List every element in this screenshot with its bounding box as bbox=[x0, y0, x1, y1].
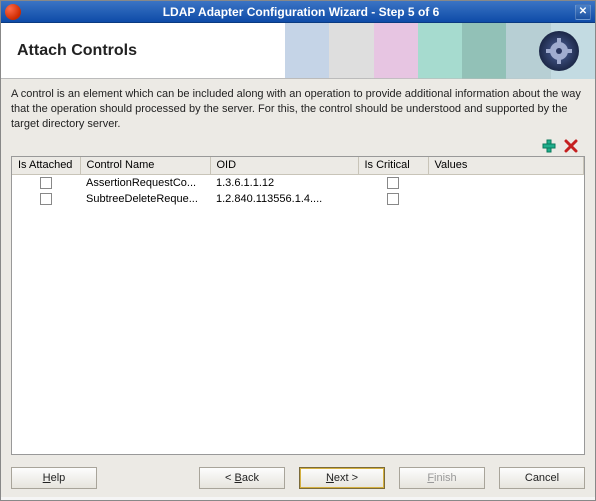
col-header-critical[interactable]: Is Critical bbox=[358, 157, 428, 175]
instructions-text: A control is an element which can be inc… bbox=[11, 87, 585, 132]
cell-values[interactable] bbox=[428, 191, 584, 207]
attached-checkbox[interactable] bbox=[40, 193, 52, 205]
col-header-name[interactable]: Control Name bbox=[80, 157, 210, 175]
window-title: LDAP Adapter Configuration Wizard - Step… bbox=[27, 5, 575, 19]
cell-name[interactable]: SubtreeDeleteReque... bbox=[80, 191, 210, 207]
finish-button: Finish bbox=[399, 467, 485, 489]
col-header-attached[interactable]: Is Attached bbox=[12, 157, 80, 175]
next-button[interactable]: Next > bbox=[299, 467, 385, 489]
table-row[interactable]: AssertionRequestCo...1.3.6.1.1.12 bbox=[12, 175, 584, 191]
table-toolbar bbox=[11, 138, 585, 154]
critical-checkbox[interactable] bbox=[387, 193, 399, 205]
cancel-button[interactable]: Cancel bbox=[499, 467, 585, 489]
banner-gear-icon bbox=[539, 31, 579, 71]
controls-table[interactable]: Is Attached Control Name OID Is Critical… bbox=[11, 156, 585, 455]
back-button[interactable]: < Back bbox=[199, 467, 285, 489]
app-icon bbox=[5, 4, 21, 20]
attached-checkbox[interactable] bbox=[40, 177, 52, 189]
banner: Attach Controls bbox=[1, 23, 595, 79]
col-header-oid[interactable]: OID bbox=[210, 157, 358, 175]
cell-name[interactable]: AssertionRequestCo... bbox=[80, 175, 210, 191]
cell-values[interactable] bbox=[428, 175, 584, 191]
cell-oid[interactable]: 1.2.840.113556.1.4.... bbox=[210, 191, 358, 207]
cell-oid[interactable]: 1.3.6.1.1.12 bbox=[210, 175, 358, 191]
help-button[interactable]: Help bbox=[11, 467, 97, 489]
close-icon[interactable]: ✕ bbox=[575, 4, 591, 20]
remove-icon[interactable] bbox=[563, 138, 579, 154]
titlebar: LDAP Adapter Configuration Wizard - Step… bbox=[1, 1, 595, 23]
table-header-row: Is Attached Control Name OID Is Critical… bbox=[12, 157, 584, 175]
add-icon[interactable] bbox=[541, 138, 557, 154]
page-title: Attach Controls bbox=[17, 42, 137, 60]
wizard-button-bar: Help < Back Next > Finish Cancel bbox=[1, 459, 595, 497]
content-area: A control is an element which can be inc… bbox=[1, 79, 595, 459]
table-row[interactable]: SubtreeDeleteReque...1.2.840.113556.1.4.… bbox=[12, 191, 584, 207]
critical-checkbox[interactable] bbox=[387, 177, 399, 189]
col-header-values[interactable]: Values bbox=[428, 157, 584, 175]
